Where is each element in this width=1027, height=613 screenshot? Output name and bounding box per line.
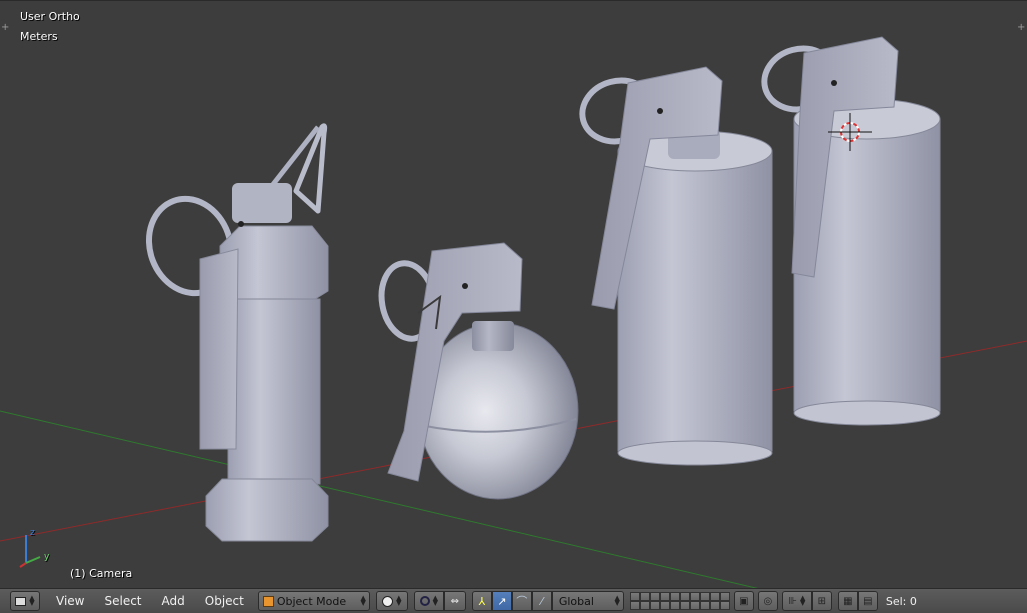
layer-cell[interactable] <box>669 601 680 610</box>
clapper-icon: ▤ <box>863 595 873 607</box>
manipulator-icon: ⅄ <box>478 594 486 608</box>
manipulator-toggle[interactable]: ⅄ <box>471 591 492 611</box>
lock-layers-button[interactable]: ▣ <box>733 591 754 611</box>
view-name: User Ortho <box>20 10 80 23</box>
grenade-hex-cylinder[interactable] <box>136 123 329 542</box>
render-icon: ▦ <box>843 595 853 607</box>
render-button[interactable]: ▦ <box>837 591 858 611</box>
chevron-updown-icon: ▲ ▼ <box>29 594 35 607</box>
gizmo-y-label: y <box>44 552 50 562</box>
layer-cell[interactable] <box>679 592 690 601</box>
viewport-header: ▲ ▼ View Select Add Object Object Mode ▲ ▼… <box>0 588 1027 613</box>
chevron-updown-icon: ▲ ▼ <box>396 594 402 607</box>
layer-cell[interactable] <box>709 592 720 601</box>
units-label: Meters <box>20 30 58 43</box>
pivot-icon <box>419 596 430 606</box>
pivot-align-icon: ⇔ <box>450 595 460 607</box>
orientation-label: Global <box>558 594 594 608</box>
snap-pivot-button[interactable]: ⇔ <box>443 591 466 611</box>
translate-icon: ↗ <box>497 594 507 608</box>
lock-icon: ▣ <box>739 595 749 607</box>
layer-cell[interactable] <box>659 592 670 601</box>
layer-cell[interactable] <box>709 601 720 610</box>
layer-cell[interactable] <box>679 601 690 610</box>
axis-gizmo <box>19 535 41 568</box>
editor-type-button[interactable]: ▲ ▼ <box>10 591 40 611</box>
layer-cell[interactable] <box>689 601 700 610</box>
menu-add[interactable]: Add <box>152 591 195 611</box>
translate-manipulator-button[interactable]: ↗ <box>491 591 512 611</box>
menu-select[interactable]: Select <box>94 591 151 611</box>
layers-grid[interactable] <box>629 592 730 610</box>
editor-type-icon <box>15 596 27 606</box>
grenade-cylinder-a[interactable] <box>575 66 773 466</box>
layer-cell[interactable] <box>639 592 650 601</box>
region-expand-left-icon[interactable]: + <box>1 23 9 33</box>
snap-element-dropdown[interactable]: ⊪ ▲ ▼ <box>781 591 812 611</box>
layer-cell[interactable] <box>629 601 640 610</box>
pivot-dropdown[interactable]: ▲ ▼ <box>413 591 444 611</box>
chevron-updown-icon: ▲ ▼ <box>800 594 806 607</box>
rotate-icon: ⌒ <box>516 595 528 608</box>
snap-icon: ⊪ <box>788 595 797 607</box>
grenade-cylinder-b[interactable] <box>757 36 941 426</box>
scale-icon: ⁄ <box>540 594 543 608</box>
chevron-updown-icon: ▲ ▼ <box>614 594 620 607</box>
layer-cell[interactable] <box>649 601 660 610</box>
scene-canvas <box>0 36 1027 588</box>
layer-cell[interactable] <box>699 592 710 601</box>
proportional-edit-button[interactable]: ◎ <box>757 591 778 611</box>
layer-cell[interactable] <box>629 592 640 601</box>
orientation-dropdown[interactable]: Global ▲ ▼ <box>551 591 624 611</box>
menu-view[interactable]: View <box>46 591 94 611</box>
selection-count: Sel: 0 <box>885 594 917 608</box>
layer-cell[interactable] <box>659 601 670 610</box>
gizmo-z-label: z <box>30 528 35 538</box>
menu-object[interactable]: Object <box>195 591 254 611</box>
mode-dropdown[interactable]: Object Mode ▲ ▼ <box>257 591 370 611</box>
rotate-manipulator-button[interactable]: ⌒ <box>511 591 532 611</box>
proportional-edit-icon: ◎ <box>763 595 773 607</box>
layer-cell[interactable] <box>719 601 730 610</box>
chevron-updown-icon: ▲ ▼ <box>360 594 366 607</box>
3d-viewport[interactable]: User Ortho Meters (1) Camera z y + + <box>0 0 1027 588</box>
render-animation-button[interactable]: ▤ <box>857 591 878 611</box>
cube-icon <box>262 595 274 607</box>
chevron-updown-icon: ▲ ▼ <box>432 594 439 607</box>
layer-cell[interactable] <box>639 601 650 610</box>
grenade-sphere[interactable] <box>376 242 579 500</box>
snap-target-icon: ⊞ <box>817 595 827 607</box>
layer-cell[interactable] <box>669 592 680 601</box>
snap-target-button[interactable]: ⊞ <box>811 591 832 611</box>
layer-cell[interactable] <box>689 592 700 601</box>
sphere-shading-icon <box>382 595 394 607</box>
scale-manipulator-button[interactable]: ⁄ <box>531 591 552 611</box>
layer-cell[interactable] <box>699 601 710 610</box>
region-expand-right-icon[interactable]: + <box>1017 23 1025 33</box>
layer-cell[interactable] <box>649 592 660 601</box>
layer-cell[interactable] <box>719 592 730 601</box>
shading-dropdown[interactable]: ▲ ▼ <box>375 591 408 611</box>
active-object-label: (1) Camera <box>70 567 133 580</box>
mode-label: Object Mode <box>276 594 347 608</box>
